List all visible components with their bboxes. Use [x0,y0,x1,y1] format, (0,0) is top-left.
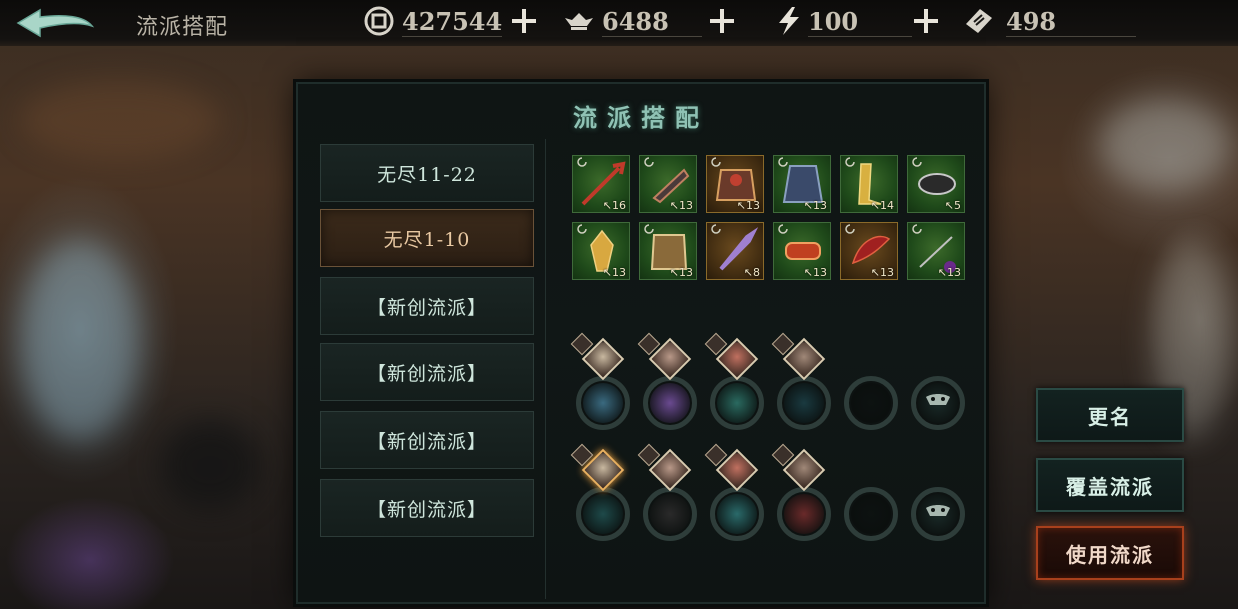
equipment-level: ↖13 [803,266,827,279]
add-ingot-button[interactable] [708,7,736,35]
empty-skill-slot[interactable] [844,376,898,430]
equipment-slot[interactable]: ↖13 [773,155,831,213]
hero-face-icon [585,342,621,379]
swap-icon [778,224,788,234]
add-stamina-button[interactable] [912,7,940,35]
empty-skill-slot[interactable] [911,487,965,541]
skill-slot[interactable] [777,487,831,541]
equipment-slot[interactable]: ↖13 [639,222,697,280]
empty-skill-slot[interactable] [911,376,965,430]
build-item[interactable]: 无尽11-22 [320,144,534,202]
equipment-level: ↖13 [937,266,961,279]
skill-slot[interactable] [643,376,697,430]
back-button[interactable] [14,6,96,40]
swap-icon [577,224,587,234]
equipment-slot[interactable]: ↖13 [840,222,898,280]
overwrite-build-button[interactable]: 覆盖流派 [1036,458,1184,512]
empty-skill-slot[interactable] [844,487,898,541]
ticket-value: 498 [1006,7,1057,36]
equipment-level: ↖13 [669,266,693,279]
screen-title: 流派搭配 [136,15,229,40]
build-panel: 流派搭配 无尽11-22 无尽1-10 【新创流派】 【新创流派】 【新创流派】… [296,82,986,604]
skill-slot[interactable] [576,376,630,430]
build-item-new[interactable]: 【新创流派】 [320,411,534,469]
add-coin-button[interactable] [510,7,538,35]
equipment-slot[interactable]: ↖13 [773,222,831,280]
equipment-level: ↖5 [944,199,961,212]
equipment-level: ↖13 [736,199,760,212]
equipment-slot[interactable]: ↖8 [706,222,764,280]
back-arrow-icon [16,8,95,38]
equipment-level: ↖13 [870,266,894,279]
resource-stamina: 100 [772,4,952,38]
skill-slot[interactable] [576,487,630,541]
resource-ingot: 6488 [562,4,742,38]
use-build-button[interactable]: 使用流派 [1036,526,1184,580]
equipment-slot[interactable]: ↖13 [572,222,630,280]
coin-icon [364,6,394,36]
stamina-value: 100 [808,7,859,36]
build-item-new[interactable]: 【新创流派】 [320,277,534,335]
ingot-icon [565,13,593,30]
hero-face-icon [719,453,755,490]
swap-icon [778,157,788,167]
hero-face-icon [585,453,621,490]
equipment-level: ↖8 [743,266,760,279]
ingot-value: 6488 [602,7,669,36]
build-item-new[interactable]: 【新创流派】 [320,343,534,401]
skill-slot[interactable] [643,487,697,541]
resource-ticket: 498 [962,4,1142,38]
equipment-slot[interactable]: ↖16 [572,155,630,213]
equipment-slot[interactable]: ↖5 [907,155,965,213]
equipment-level: ↖13 [669,199,693,212]
swap-icon [912,157,922,167]
swap-icon [845,224,855,234]
panel-title: 流派搭配 [573,103,709,132]
skill-slot[interactable] [710,487,764,541]
equipment-slot[interactable]: ↖14 [840,155,898,213]
swap-icon [644,224,654,234]
top-bar: 流派搭配 427544 6488 100 498 [0,0,1238,46]
equipment-level: ↖14 [870,199,894,212]
equipment-level: ↖16 [602,199,626,212]
equipment-level: ↖13 [602,266,626,279]
skill-slot[interactable] [710,376,764,430]
hero-face-icon [652,453,688,490]
build-item-new[interactable]: 【新创流派】 [320,479,534,537]
lightning-icon [779,7,799,35]
swap-icon [577,157,587,167]
equipment-slot[interactable]: ↖13 [907,222,965,280]
mask-icon [926,394,950,405]
mask-icon [926,505,950,516]
hero-face-icon [719,342,755,379]
ticket-icon [966,9,992,33]
equipment-level: ↖13 [803,199,827,212]
skill-slot[interactable] [777,376,831,430]
swap-icon [845,157,855,167]
hero-face-icon [786,342,822,379]
swap-icon [644,157,654,167]
hero-face-icon [652,342,688,379]
equipment-slot[interactable]: ↖13 [706,155,764,213]
swap-icon [711,224,721,234]
equipment-slot[interactable]: ↖13 [639,155,697,213]
swap-icon [912,224,922,234]
build-item-active[interactable]: 无尽1-10 [320,209,534,267]
hero-face-icon [786,453,822,490]
rename-button[interactable]: 更名 [1036,388,1184,442]
resource-coin: 427544 [362,4,542,38]
build-list: 无尽11-22 无尽1-10 【新创流派】 【新创流派】 【新创流派】 【新创流… [308,139,546,599]
coin-value: 427544 [402,7,503,36]
swap-icon [711,157,721,167]
